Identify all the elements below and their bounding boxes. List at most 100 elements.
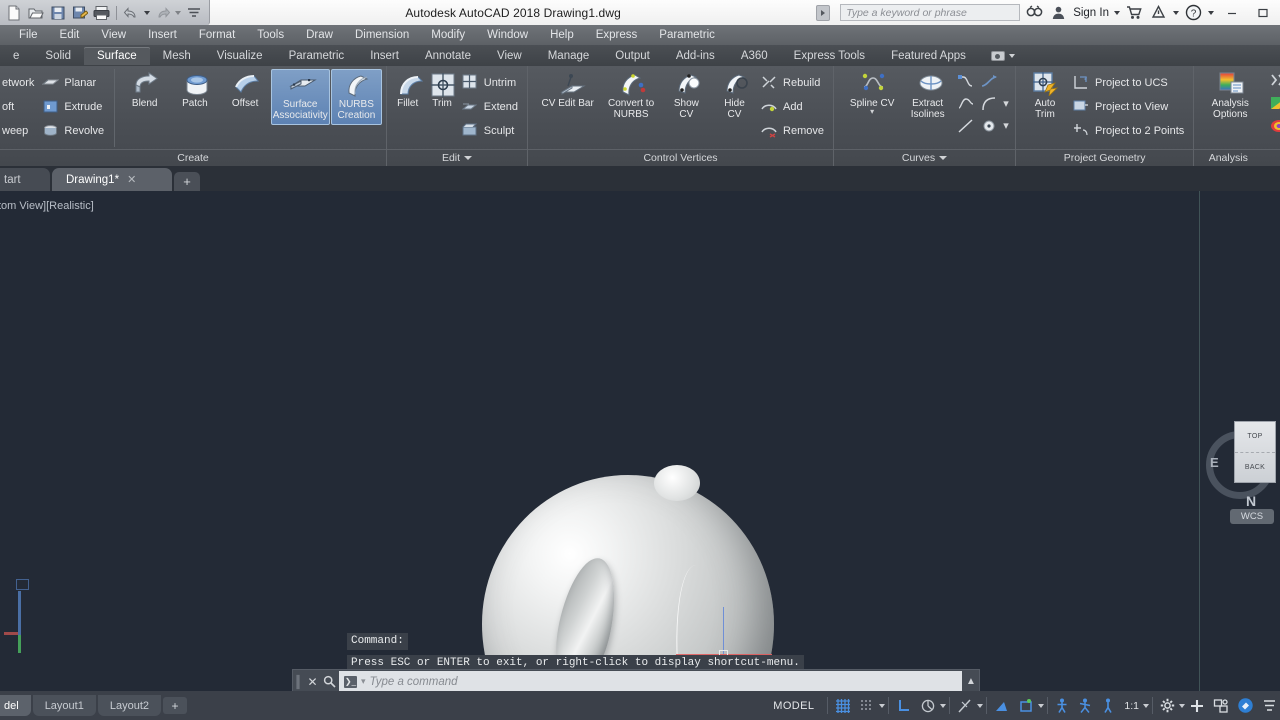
save-icon[interactable]	[48, 3, 67, 22]
selection-cycling-toggle[interactable]	[1074, 691, 1097, 720]
project-to-2-points-button[interactable]: Project to 2 Points	[1071, 119, 1189, 142]
annotation-scale-caret-icon[interactable]	[1143, 703, 1149, 708]
tab-addins[interactable]: Add-ins	[663, 47, 728, 65]
command-history-caret-icon[interactable]: ▾	[361, 676, 366, 687]
untrim-button[interactable]: Untrim	[460, 71, 523, 94]
signin-caret[interactable]	[1114, 10, 1120, 15]
show-cv-button[interactable]: Show CV	[663, 69, 710, 123]
tab-e[interactable]: e	[0, 47, 32, 65]
tab-featured-apps[interactable]: Featured Apps	[878, 47, 979, 65]
command-close-icon[interactable]: ✕	[304, 672, 321, 692]
clean-screen-button[interactable]	[1233, 691, 1258, 720]
polar-tracking-caret-icon[interactable]	[940, 703, 947, 708]
notifications-caret[interactable]	[1173, 10, 1179, 15]
new-layout-button[interactable]: +	[163, 697, 187, 714]
ortho-mode-toggle[interactable]	[892, 691, 916, 720]
object-snap-caret-icon[interactable]	[977, 703, 984, 708]
tab-parametric[interactable]: Parametric	[276, 47, 358, 65]
redo-icon[interactable]	[153, 3, 172, 22]
help-caret[interactable]	[1208, 10, 1214, 15]
menu-item-format[interactable]: Format	[188, 27, 246, 43]
tab-a360[interactable]: A360	[728, 47, 781, 65]
surface-associativity-button[interactable]: Surface Associativity	[270, 69, 330, 125]
patch-button[interactable]: Patch	[170, 69, 219, 112]
polar-tracking-toggle[interactable]	[916, 691, 940, 720]
curve-spline-icon[interactable]	[955, 93, 977, 114]
command-bar-grip[interactable]	[295, 674, 302, 690]
extend-button[interactable]: Extend	[460, 95, 523, 118]
redo-dropdown-caret[interactable]	[175, 10, 181, 15]
user-account-icon[interactable]	[1049, 3, 1068, 22]
add-cv-button[interactable]: Add	[759, 95, 829, 118]
spline-cv-caret-icon[interactable]: ▾	[870, 108, 874, 116]
curve-point-caret-icon[interactable]: ▾	[1001, 115, 1011, 136]
search-input[interactable]: Type a keyword or phrase	[840, 4, 1021, 21]
file-tab-drawing1[interactable]: Drawing1* ✕	[52, 168, 172, 191]
help-icon[interactable]: ?	[1184, 3, 1203, 22]
plot-icon[interactable]	[92, 3, 111, 22]
drawing-viewport[interactable]: tom View][Realistic] TOP BACK E N WCS	[0, 191, 1280, 691]
sculpt-button[interactable]: Sculpt	[460, 119, 523, 142]
menu-item-file[interactable]: File	[8, 27, 49, 43]
planar-button[interactable]: Planar	[40, 71, 109, 94]
hide-cv-button[interactable]: Hide CV	[711, 69, 758, 123]
tab-express-tools[interactable]: Express Tools	[781, 47, 878, 65]
menu-item-parametric[interactable]: Parametric	[648, 27, 726, 43]
tab-mesh[interactable]: Mesh	[150, 47, 204, 65]
fillet-button[interactable]: Fillet	[391, 69, 424, 112]
curves-panel-caret-icon[interactable]	[939, 156, 948, 160]
ribbon-options-caret[interactable]	[1008, 53, 1015, 58]
ribbon-display-options[interactable]	[990, 50, 1015, 61]
viewport-config-label[interactable]: tom View][Realistic]	[0, 200, 94, 212]
rebuild-button[interactable]: Rebuild	[759, 71, 829, 94]
menu-item-tools[interactable]: Tools	[246, 27, 295, 43]
menu-item-edit[interactable]: Edit	[49, 27, 91, 43]
convert-to-nurbs-button[interactable]: Convert to NURBS	[600, 69, 662, 123]
model-space-indicator[interactable]: MODEL	[763, 700, 824, 712]
menu-item-modify[interactable]: Modify	[420, 27, 476, 43]
network-button[interactable]: etwork	[0, 71, 39, 94]
view-cube-north-label[interactable]: N	[1246, 493, 1256, 509]
menu-item-window[interactable]: Window	[476, 27, 539, 43]
notifications-icon[interactable]	[1149, 3, 1168, 22]
auto-trim-button[interactable]: Auto Trim	[1024, 69, 1066, 123]
command-input[interactable]: ❯_ ▾ Type a command	[339, 671, 962, 692]
hardware-acceleration-toggle[interactable]	[1185, 691, 1209, 720]
new-file-tab-button[interactable]: +	[174, 172, 200, 191]
annotation-scale-selector[interactable]: 1:1	[1120, 691, 1143, 720]
snap-mode-toggle[interactable]	[855, 691, 879, 720]
menu-item-insert[interactable]: Insert	[137, 27, 188, 43]
nurbs-creation-button[interactable]: NURBS Creation	[330, 69, 382, 125]
tab-surface[interactable]: Surface	[83, 46, 150, 65]
dynamic-ucs-toggle[interactable]	[1051, 691, 1074, 720]
view-cube-east-label[interactable]: E	[1210, 455, 1219, 470]
curve-arc-icon[interactable]	[978, 93, 1000, 114]
tab-insert[interactable]: Insert	[357, 47, 412, 65]
layout-tab-layout1[interactable]: Layout1	[32, 695, 96, 716]
loft-button[interactable]: oft	[0, 95, 39, 118]
cart-icon[interactable]	[1125, 3, 1144, 22]
menu-item-draw[interactable]: Draw	[295, 27, 344, 43]
curve-point-icon[interactable]	[978, 115, 1000, 136]
new-icon[interactable]	[4, 3, 23, 22]
tab-manage[interactable]: Manage	[535, 47, 603, 65]
analysis-options-button[interactable]: Analysis Options	[1202, 69, 1258, 123]
command-expand-icon[interactable]: ▲	[963, 676, 979, 687]
object-snap-tracking-toggle[interactable]	[990, 691, 1014, 720]
ucs-selector-dropdown[interactable]: WCS	[1230, 509, 1274, 524]
menu-item-view[interactable]: View	[90, 27, 137, 43]
open-icon[interactable]	[26, 3, 45, 22]
layout-tab-model[interactable]: del	[0, 695, 31, 716]
tab-visualize[interactable]: Visualize	[204, 47, 276, 65]
search-icon[interactable]	[1025, 3, 1044, 22]
saveas-icon[interactable]	[70, 3, 89, 22]
curve-line-icon[interactable]	[955, 115, 977, 136]
menu-item-express[interactable]: Express	[585, 27, 649, 43]
menu-item-help[interactable]: Help	[539, 27, 585, 43]
search-expand-arrow[interactable]	[816, 4, 831, 21]
spline-cv-button[interactable]: Spline CV ▾	[844, 69, 900, 118]
tab-solid[interactable]: Solid	[32, 47, 84, 65]
workspace-switching-button[interactable]	[1156, 691, 1179, 720]
object-snap-toggle[interactable]	[953, 691, 977, 720]
signin-label[interactable]: Sign In	[1073, 7, 1109, 19]
